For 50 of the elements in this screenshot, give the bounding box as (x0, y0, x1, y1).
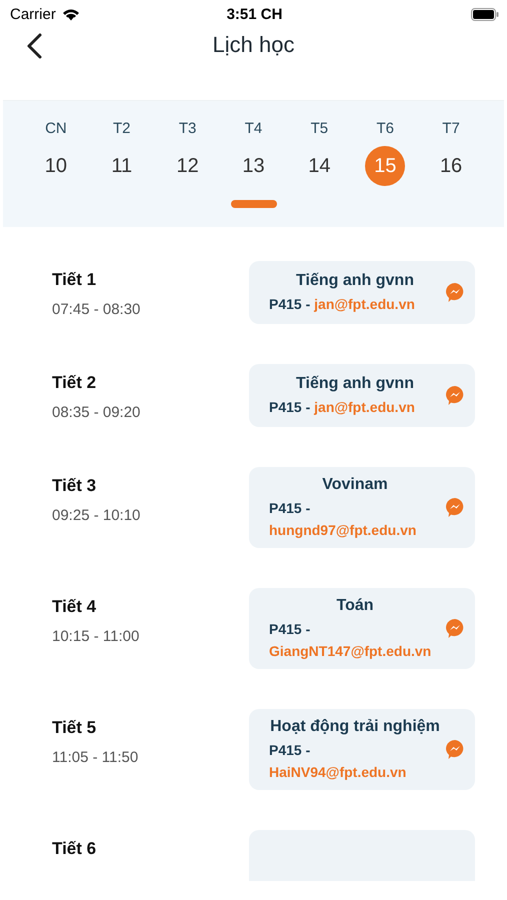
weekday-label: T3 (178, 119, 196, 139)
period-label: Tiết 1 (52, 269, 98, 291)
subject-name: Vovinam (321, 475, 389, 495)
subject-name: Hoạt động trải nghiệm (269, 717, 441, 737)
time-range: 11:05 - 11:50 (52, 748, 140, 768)
chat-icon[interactable] (445, 738, 465, 760)
period-label: Tiết 3 (52, 475, 98, 497)
weekday-label: T7 (442, 119, 460, 139)
period-label: Tiết 6 (52, 838, 98, 860)
chat-icon[interactable] (445, 496, 465, 518)
weekday-label: T2 (113, 119, 131, 139)
subject-name: Tiếng anh gvnn (295, 374, 415, 394)
time-range: 10:15 - 11:00 (52, 627, 140, 647)
date-button[interactable]: 14 (299, 146, 340, 186)
class-card[interactable]: Hoạt động trải nghiệm P415 - HaiNV94@fpt.edu.vn (249, 709, 475, 790)
chat-icon[interactable] (445, 282, 465, 302)
room-email: P415 - jan@fpt.edu.vn (269, 398, 416, 417)
weekday-label: T6 (376, 119, 394, 139)
time-range: 07:45 - 08:30 (52, 300, 142, 320)
class-card[interactable]: Tiếng anh gvnn P415 - jan@fpt.edu.vn (249, 364, 475, 427)
weekday-label: T5 (310, 119, 328, 139)
battery-icon (471, 8, 499, 20)
date-button[interactable]: 16 (431, 146, 472, 186)
chat-icon[interactable] (445, 618, 465, 638)
date-button[interactable]: 10 (36, 146, 76, 186)
date-button[interactable]: 11 (102, 146, 142, 186)
chat-icon[interactable] (445, 384, 465, 406)
class-card[interactable]: Vovinam P415 - hungnd97@fpt.edu.vn (249, 467, 475, 548)
subject-name: Tiếng anh gvnn (295, 271, 415, 291)
carrier-name: Carrier (10, 6, 56, 22)
weekday-label: CN (45, 119, 67, 139)
time-range: 08:35 - 09:20 (52, 403, 142, 423)
date-button[interactable]: 13 (233, 146, 274, 186)
page-indicator (230, 200, 276, 208)
period-label: Tiết 5 (52, 717, 98, 739)
room-email: P415 - HaiNV94@fpt.edu.vn (269, 741, 408, 782)
clock-time: 3:51 CH (226, 6, 284, 22)
period-label: Tiết 4 (52, 596, 98, 618)
class-card[interactable]: Toán P415 - GiangNT147@fpt.edu.vn (249, 588, 475, 669)
time-range: 09:25 - 10:10 (52, 506, 142, 526)
weekday-label: T4 (244, 119, 262, 139)
date-button[interactable]: 12 (168, 146, 208, 186)
wifi-icon (62, 8, 80, 20)
subject-name: Toán (335, 596, 375, 616)
class-card[interactable]: Tiếng anh gvnn P415 - jan@fpt.edu.vn (249, 261, 475, 324)
page-title: Lịch học (212, 32, 294, 57)
period-label: Tiết 2 (52, 372, 98, 394)
room-email: P415 - jan@fpt.edu.vn (269, 295, 416, 314)
room-email: P415 - hungnd97@fpt.edu.vn (269, 499, 418, 540)
room-email: P415 - GiangNT147@fpt.edu.vn (269, 620, 432, 661)
